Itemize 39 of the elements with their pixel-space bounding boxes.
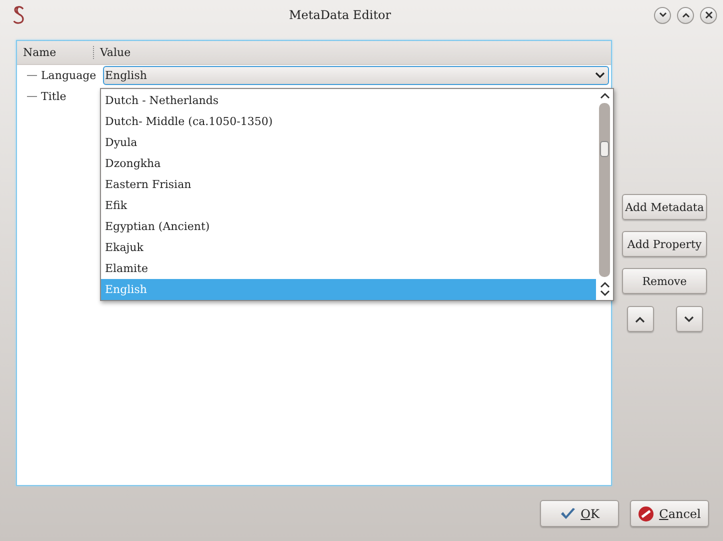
dropdown-item[interactable]: Elamite: [101, 258, 596, 279]
side-button[interactable]: Remove: [622, 268, 707, 294]
scroll-up-icon[interactable]: [600, 281, 610, 288]
scroll-up-icon[interactable]: [600, 92, 610, 99]
move-up-button[interactable]: [626, 306, 654, 332]
column-header[interactable]: Value: [94, 46, 131, 59]
chevron-up-icon: [682, 12, 690, 18]
dropdown-item[interactable]: Ekajuk: [101, 237, 596, 258]
dropdown-item[interactable]: Efik: [101, 195, 596, 216]
dropdown-item[interactable]: Dyula: [101, 132, 596, 153]
side-button[interactable]: Add Property: [622, 231, 707, 257]
maximize-button[interactable]: [677, 6, 694, 24]
ok-button[interactable]: OK: [540, 500, 619, 527]
dropdown-item[interactable]: Egyptian (Ancient): [101, 216, 596, 237]
tree-item[interactable]: Language: [41, 69, 103, 82]
cancel-icon: [638, 506, 654, 522]
language-combo[interactable]: English: [103, 66, 609, 85]
cancel-button[interactable]: Cancel: [630, 500, 709, 527]
window-title: MetaData Editor: [288, 8, 392, 22]
move-down-button[interactable]: [676, 306, 702, 332]
scroll-down-icon[interactable]: [600, 290, 610, 297]
dropdown-item[interactable]: Eastern Frisian: [101, 174, 596, 195]
dropdown-item[interactable]: Dutch- Middle (ca.1050-1350): [101, 111, 596, 132]
column-header[interactable]: Name: [17, 46, 94, 59]
checkmark-icon: [560, 506, 576, 520]
chevron-up-icon: [635, 316, 645, 322]
caret-icon: [595, 72, 605, 79]
chevron-down-icon: [684, 316, 694, 322]
chevron-down-icon: [658, 12, 666, 18]
close-icon: [704, 11, 712, 19]
app-logo-icon: [12, 5, 26, 25]
tree-item[interactable]: Title: [41, 90, 103, 103]
side-button[interactable]: Add Metadata: [622, 194, 707, 220]
minimize-button[interactable]: [654, 6, 671, 24]
dropdown-item[interactable]: Dzongkha: [101, 153, 596, 174]
dropdown-item[interactable]: Dutch - Netherlands: [101, 90, 596, 111]
scrollbar[interactable]: [596, 89, 613, 300]
close-button[interactable]: [700, 6, 717, 24]
scrollbar-thumb[interactable]: [600, 141, 609, 157]
